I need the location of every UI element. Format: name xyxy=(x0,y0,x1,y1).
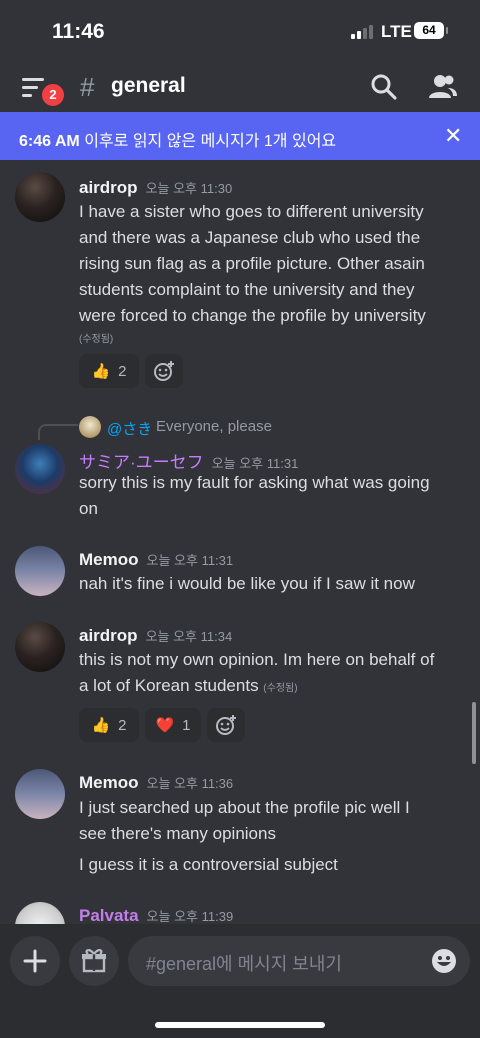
message-header: airdrop 오늘 오후 11:30 xyxy=(79,178,232,198)
banner-message: 이후로 읽지 않은 메시지가 1개 있어요 xyxy=(79,133,337,150)
author-name[interactable]: airdrop xyxy=(79,178,138,197)
reaction-count: 2 xyxy=(118,716,127,734)
edited-label: (수정됨) xyxy=(263,683,298,694)
unread-badge: 2 xyxy=(40,82,66,108)
message-text: students complaint to the university and… xyxy=(79,280,415,299)
message-header: Memoo 오늘 오후 11:36 xyxy=(79,773,233,793)
reply-preview[interactable]: Everyone, please xyxy=(156,418,272,435)
channel-name[interactable]: general xyxy=(111,74,186,98)
emoji-icon[interactable] xyxy=(430,947,458,975)
message-header: airdrop 오늘 오후 11:34 xyxy=(79,626,232,646)
status-bar: 11:46 LTE 64 xyxy=(0,0,480,64)
edited-label: (수정됨) xyxy=(79,334,114,345)
reply-author[interactable]: @さき xyxy=(107,418,152,439)
gift-icon xyxy=(82,949,106,973)
channel-header: 2 # general xyxy=(0,64,480,112)
message-text: sorry this is my fault for asking what w… xyxy=(79,473,430,492)
gift-button[interactable] xyxy=(69,936,119,986)
timestamp: 오늘 오후 11:31 xyxy=(146,553,234,568)
banner-text: 6:46 AM 이후로 읽지 않은 메시지가 1개 있어요 xyxy=(19,127,336,151)
reaction-thumbs-up[interactable]: 👍 2 xyxy=(79,708,139,742)
members-icon[interactable] xyxy=(428,72,458,102)
timestamp: 오늘 오후 11:36 xyxy=(146,776,234,791)
add-reaction-icon xyxy=(154,361,174,381)
reaction-heart[interactable]: ❤️ 1 xyxy=(145,708,201,742)
status-time: 11:46 xyxy=(52,20,105,43)
reply-connector xyxy=(38,424,78,440)
home-indicator xyxy=(155,1022,325,1028)
new-messages-banner[interactable]: 6:46 AM 이후로 읽지 않은 메시지가 1개 있어요 ✕ xyxy=(0,112,480,160)
author-name[interactable]: Memoo xyxy=(79,550,139,569)
author-name[interactable]: Memoo xyxy=(79,773,139,792)
timestamp: 오늘 오후 11:30 xyxy=(145,181,233,196)
message-text: rising sun flag as a profile picture. Ot… xyxy=(79,254,425,273)
reaction-count: 1 xyxy=(182,716,191,734)
reply-avatar xyxy=(79,416,101,438)
battery-tip xyxy=(446,27,448,34)
message-text: on xyxy=(79,499,98,518)
scrollbar[interactable] xyxy=(472,702,476,764)
reaction-emoji: 👍 xyxy=(91,363,111,380)
plus-icon xyxy=(23,949,47,973)
message-input[interactable]: #general에 메시지 보내기 xyxy=(128,936,470,986)
reaction-emoji: 👍 xyxy=(91,717,111,734)
reaction-thumbs-up[interactable]: 👍 2 xyxy=(79,354,139,388)
avatar[interactable] xyxy=(15,444,65,494)
signal-icon xyxy=(351,25,373,39)
add-reaction-button[interactable] xyxy=(207,708,245,742)
message-header: Memoo 오늘 오후 11:31 xyxy=(79,550,233,570)
author-name[interactable]: airdrop xyxy=(79,626,138,645)
timestamp: 오늘 오후 11:39 xyxy=(146,909,234,924)
message-text: I just searched up about the profile pic… xyxy=(79,798,410,817)
message-text: a lot of Korean students xyxy=(79,676,259,695)
reaction-count: 2 xyxy=(118,362,127,380)
reaction-emoji: ❤️ xyxy=(155,717,175,734)
author-name[interactable]: Palvata xyxy=(79,906,139,925)
message-input-placeholder: #general에 메시지 보내기 xyxy=(146,954,342,974)
add-reaction-button[interactable] xyxy=(145,354,183,388)
message-text: nah it's fine i would be like you if I s… xyxy=(79,574,415,593)
hash-icon: # xyxy=(80,72,95,102)
timestamp: 오늘 오후 11:31 xyxy=(211,456,299,471)
banner-time: 6:46 AM xyxy=(19,133,80,150)
timestamp: 오늘 오후 11:34 xyxy=(145,629,233,644)
message-text: I have a sister who goes to different un… xyxy=(79,202,424,221)
search-icon[interactable] xyxy=(369,72,399,102)
avatar[interactable] xyxy=(15,172,65,222)
message-header: Palvata 오늘 오후 11:39 xyxy=(79,906,233,926)
avatar[interactable] xyxy=(15,546,65,596)
battery-icon: 64 xyxy=(414,22,444,39)
network-label: LTE xyxy=(381,22,412,41)
add-attachment-button[interactable] xyxy=(10,936,60,986)
add-reaction-icon xyxy=(216,715,236,735)
message-text: I guess it is a controversial subject xyxy=(79,855,338,874)
message-text: see there's many opinions xyxy=(79,824,276,843)
avatar[interactable] xyxy=(15,769,65,819)
close-icon[interactable]: ✕ xyxy=(444,124,462,148)
message-text: this is not my own opinion. Im here on b… xyxy=(79,650,435,669)
message-text: and there was a Japanese club who used t… xyxy=(79,228,421,247)
message-text-with-edited: a lot of Korean students (수정됨) xyxy=(79,673,469,702)
avatar[interactable] xyxy=(15,622,65,672)
composer-bar: #general에 메시지 보내기 xyxy=(0,924,480,1038)
